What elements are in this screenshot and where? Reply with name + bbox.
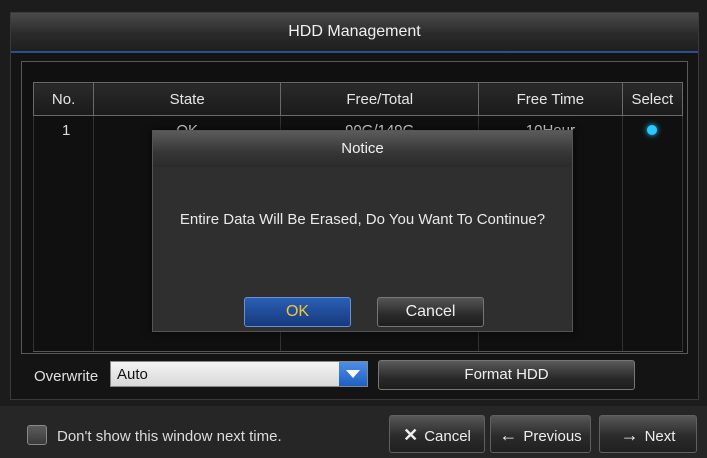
notice-dialog: Notice Entire Data Will Be Erased, Do Yo… bbox=[152, 130, 573, 332]
dont-show-label: Don't show this window next time. bbox=[57, 428, 282, 445]
dialog-cancel-button[interactable]: Cancel bbox=[377, 297, 484, 327]
cell-select[interactable] bbox=[621, 115, 684, 144]
arrow-left-icon: ← bbox=[499, 425, 518, 445]
previous-button[interactable]: ← Previous bbox=[490, 415, 591, 453]
column-header-free-total: Free/Total bbox=[280, 82, 480, 116]
column-header-free-time: Free Time bbox=[478, 82, 623, 116]
x-icon: ✕ bbox=[403, 425, 419, 445]
column-header-select: Select bbox=[621, 82, 684, 116]
window-title: HDD Management bbox=[11, 13, 698, 53]
overwrite-label: Overwrite bbox=[34, 368, 99, 385]
select-radio-icon[interactable] bbox=[647, 124, 658, 135]
chevron-down-icon[interactable] bbox=[339, 362, 367, 386]
previous-label: Previous bbox=[523, 428, 582, 445]
dialog-message: Entire Data Will Be Erased, Do You Want … bbox=[179, 211, 546, 228]
cell-no: 1 bbox=[32, 115, 95, 144]
column-header-state: State bbox=[93, 82, 282, 116]
dialog-title: Notice bbox=[153, 131, 572, 167]
arrow-right-icon: → bbox=[620, 425, 639, 445]
overwrite-dropdown[interactable]: Auto bbox=[110, 361, 368, 387]
ok-button[interactable]: OK bbox=[244, 297, 351, 327]
footer-cancel-button[interactable]: ✕ Cancel bbox=[389, 415, 485, 453]
overwrite-value: Auto bbox=[117, 366, 148, 383]
dont-show-checkbox[interactable] bbox=[27, 425, 47, 445]
column-header-no: No. bbox=[32, 82, 95, 116]
format-hdd-button[interactable]: Format HDD bbox=[378, 360, 635, 390]
footer-cancel-label: Cancel bbox=[424, 428, 471, 445]
next-label: Next bbox=[644, 428, 676, 445]
next-button[interactable]: → Next bbox=[599, 415, 697, 453]
